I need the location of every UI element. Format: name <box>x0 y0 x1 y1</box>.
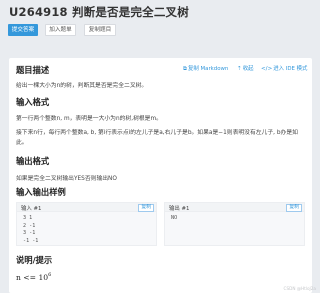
description-heading: 题目描述 <box>16 65 50 75</box>
output-format-heading: 输出格式 <box>16 156 50 166</box>
sample-input-content: 3 1 2 -1 3 -1 -1 -1 <box>23 215 39 244</box>
add-to-list-button[interactable]: 加入题单 <box>45 24 76 36</box>
copy-markdown-link[interactable]: ⧉复制 Markdown <box>183 64 228 73</box>
sample-output-header: 输出 #1 复制 <box>165 203 304 212</box>
sample-input-box: 输入 #1 复制 3 1 2 -1 3 -1 -1 -1 <box>16 202 157 246</box>
samples-heading: 输入输出样例 <box>16 187 66 197</box>
sample-output-content: NO <box>171 215 178 221</box>
description-text: 给出一棵大小为n的树，判断其是否是完全二叉树。 <box>16 83 148 89</box>
hint-heading: 说明/提示 <box>16 255 53 265</box>
sample-input-label: 输入 #1 <box>21 206 42 212</box>
copy-output-button[interactable]: 复制 <box>286 204 302 212</box>
copy-problem-button[interactable]: 复制题目 <box>84 24 116 36</box>
problem-card: ⧉复制 Markdown ⇡收起 </>进入 IDE 模式 题目描述 给出一棵大… <box>9 58 312 293</box>
input-format-heading: 输入格式 <box>16 97 50 107</box>
output-format-text: 如果是完全二叉树输出YES否则输出NO <box>16 176 117 182</box>
ide-mode-link[interactable]: </>进入 IDE 模式 <box>261 64 307 72</box>
input-format-line2: 接下来n行，每行两个整数a, b, 第i行表示点i的左儿子是a,右儿子是b。如果… <box>16 130 298 146</box>
sample-output-box: 输出 #1 复制 NO <box>164 202 305 246</box>
hint-formula: n <= 106 <box>16 272 52 282</box>
submit-answer-button[interactable]: 提交答案 <box>8 24 38 36</box>
sample-input-header: 输入 #1 复制 <box>17 203 156 212</box>
page-title: U264918 判断是否是完全二叉树 <box>9 5 189 19</box>
input-format-line1: 第一行两个整数n, m，表明是一大小为n的树,树根是m。 <box>16 116 162 122</box>
code-icon: </> <box>261 66 273 72</box>
watermark: CSDN @HtloJ2a <box>283 286 316 291</box>
collapse-icon: ⇡ <box>237 66 242 72</box>
copy-input-button[interactable]: 复制 <box>138 204 154 212</box>
problem-header: U264918 判断是否是完全二叉树 提交答案 加入题单 复制题目 <box>0 0 320 40</box>
copy-icon: ⧉ <box>183 66 187 72</box>
collapse-link[interactable]: ⇡收起 <box>237 64 253 72</box>
sample-output-label: 输出 #1 <box>169 206 190 212</box>
